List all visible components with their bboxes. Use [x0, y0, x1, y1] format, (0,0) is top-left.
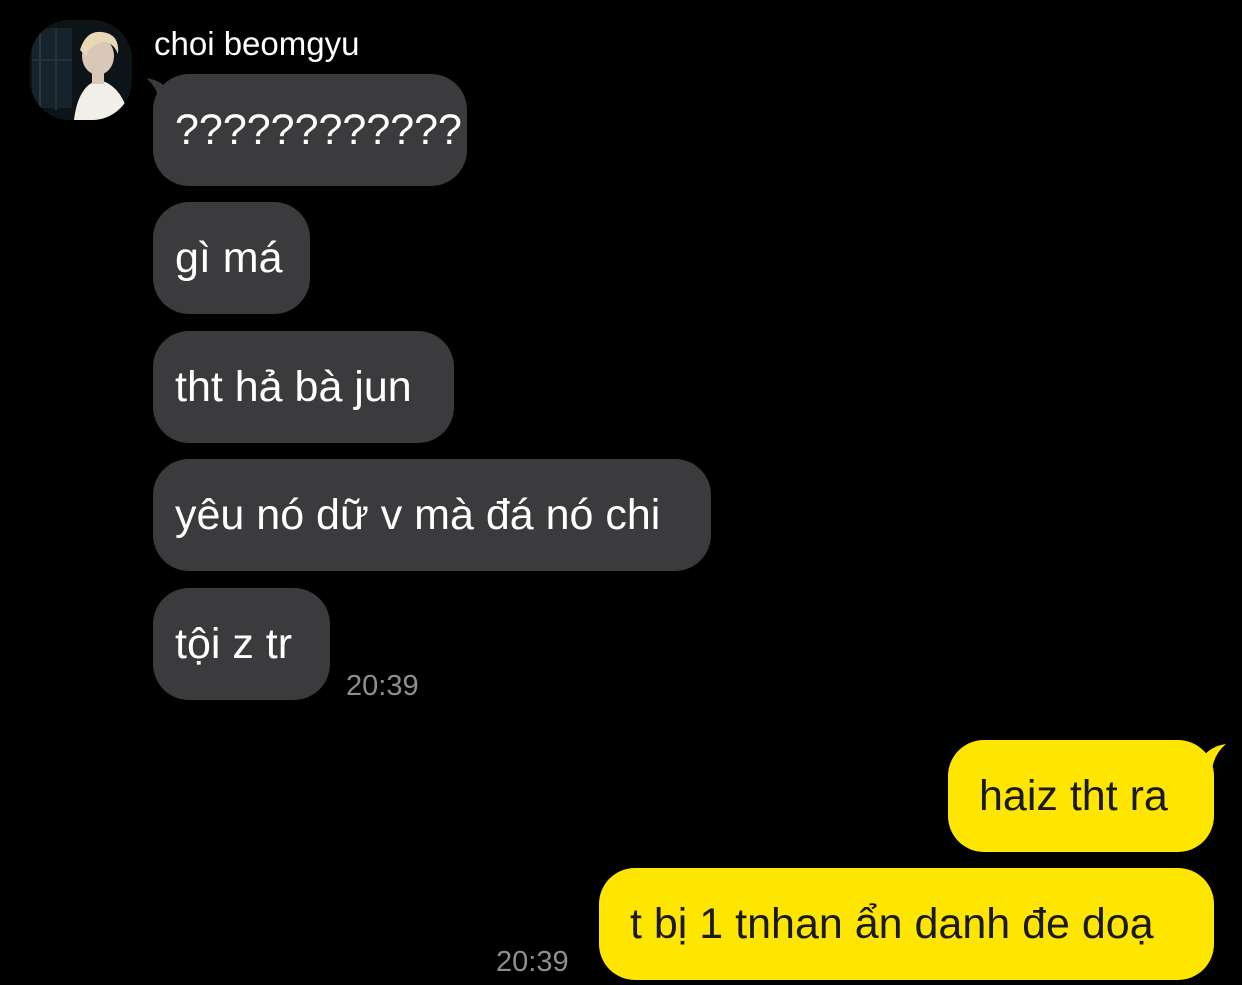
message-text: t bị 1 tnhan ẩn danh đe doạ	[630, 900, 1154, 948]
incoming-message-bubble[interactable]: ????????????	[153, 74, 467, 186]
contact-avatar[interactable]	[30, 20, 132, 120]
message-text: haiz tht ra	[979, 772, 1168, 820]
incoming-message-bubble[interactable]: tội z tr	[153, 588, 330, 700]
message-text: tht hả bà jun	[175, 363, 412, 411]
incoming-message-timestamp: 20:39	[346, 670, 419, 702]
contact-name[interactable]: choi beomgyu	[154, 24, 359, 64]
message-text: yêu nó dữ v mà đá nó chi	[175, 491, 661, 539]
incoming-message-bubble[interactable]: tht hả bà jun	[153, 331, 454, 443]
message-text: ????????????	[175, 106, 462, 154]
message-text: tội z tr	[175, 620, 293, 668]
outgoing-message-bubble[interactable]: haiz tht ra	[948, 740, 1214, 852]
outgoing-message-timestamp: 20:39	[496, 946, 569, 978]
message-text: gì má	[175, 234, 283, 282]
outgoing-message-bubble[interactable]: t bị 1 tnhan ẩn danh đe doạ	[599, 868, 1214, 980]
incoming-message-bubble[interactable]: yêu nó dữ v mà đá nó chi	[153, 459, 711, 571]
profile-photo-icon	[30, 20, 132, 120]
incoming-message-bubble[interactable]: gì má	[153, 202, 310, 314]
